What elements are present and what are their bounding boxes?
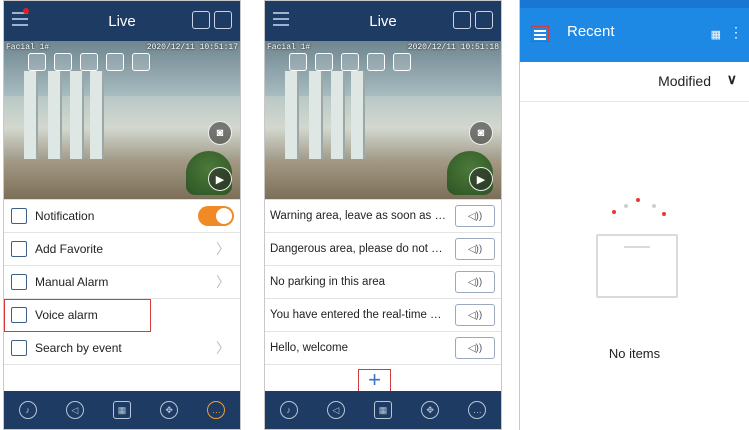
chevron-right-icon: 〉 — [216, 274, 230, 290]
sort-label[interactable]: Modified — [658, 73, 711, 89]
page-title: Live — [108, 12, 136, 30]
menu-item-label: Voice alarm — [35, 308, 98, 322]
grid-icon[interactable]: ▦ — [112, 401, 131, 419]
more-icon[interactable]: … — [468, 401, 487, 419]
play-voice-button[interactable]: ◁)) — [455, 337, 495, 359]
menu-icon[interactable] — [273, 12, 289, 26]
menu-item-voice-alarm[interactable]: Voice alarm — [4, 299, 151, 332]
grid-view-icon[interactable]: ▦ — [711, 28, 721, 41]
play-voice-button[interactable]: ◁)) — [455, 238, 495, 260]
sparkle-icon — [612, 210, 616, 214]
voice-message-text: No parking in this area — [270, 276, 386, 288]
voice-message-item[interactable]: Hello, welcome ◁)) — [265, 332, 501, 365]
record-icon[interactable]: ▶ — [469, 167, 493, 191]
files-recent-screen: Recent ▦ ⋮ Modified ∨ No items — [519, 0, 749, 430]
speaker-icon[interactable]: ◁ — [65, 401, 84, 419]
bottom-toolbar: ♪ ◁ ▦ ✥ … — [265, 391, 501, 429]
menu-item-manual-alarm[interactable]: Manual Alarm 〉 — [4, 266, 240, 299]
chevron-right-icon: 〉 — [216, 340, 230, 356]
audio-icon[interactable] — [132, 53, 150, 71]
microphone-icon[interactable]: ♪ — [18, 401, 37, 419]
video-caption-left: Facial 1# — [267, 43, 311, 52]
face-capture-icon[interactable] — [192, 11, 210, 29]
sparkle-icon — [624, 204, 628, 208]
grid-icon[interactable]: ▦ — [373, 401, 392, 419]
menu-item-notification[interactable]: Notification — [4, 200, 240, 233]
layout-icon[interactable] — [214, 11, 232, 29]
menu-item-label: Manual Alarm — [35, 275, 109, 289]
notification-toggle[interactable] — [198, 206, 234, 226]
app-bar: Recent ▦ ⋮ — [520, 8, 749, 62]
video-caption-left: Facial 1# — [6, 43, 50, 52]
document-icon[interactable] — [367, 53, 385, 71]
live-video[interactable]: Facial 1# 2020/12/11 10:51:18 ◙ ▶ — [265, 41, 501, 199]
sparkle-icon — [662, 212, 666, 216]
voice-message-text: Hello, welcome — [270, 342, 348, 354]
sparkle-icon — [636, 198, 640, 202]
voice-message-item[interactable]: Dangerous area, please do not approach ◁… — [265, 233, 501, 266]
empty-state-text: No items — [608, 346, 661, 361]
voice-message-item[interactable]: You have entered the real-time monitorin… — [265, 299, 501, 332]
top-bar: Live — [4, 1, 240, 41]
snapshot-icon[interactable]: ◙ — [469, 121, 493, 145]
eye-icon[interactable] — [28, 53, 46, 71]
menu-item-search-by-event[interactable]: Search by event 〉 — [4, 332, 240, 365]
hamburger-menu-icon[interactable] — [531, 26, 549, 42]
zoom-icon[interactable] — [341, 53, 359, 71]
alarm-icon — [11, 274, 27, 290]
play-voice-button[interactable]: ◁)) — [455, 304, 495, 326]
voice-message-item[interactable]: No parking in this area ◁)) — [265, 266, 501, 299]
menu-item-label: Add Favorite — [35, 242, 104, 256]
voice-message-text: You have entered the real-time monitorin… — [270, 309, 448, 321]
record-icon[interactable]: ▶ — [208, 167, 232, 191]
live-video[interactable]: Facial 1# 2020/12/11 10:51:17 ◙ ▶ — [4, 41, 240, 199]
zoom-icon[interactable] — [80, 53, 98, 71]
chevron-right-icon: 〉 — [216, 241, 230, 257]
more-options-icon[interactable]: ⋮ — [729, 24, 743, 41]
voice-alarm-screen: Live Facial 1# 2020/12/11 10:51:18 ◙ ▶ W… — [264, 0, 502, 430]
calendar-icon — [11, 340, 27, 356]
voice-message-text: Dangerous area, please do not approach — [270, 243, 448, 255]
page-title: Recent — [567, 23, 615, 40]
play-voice-button[interactable]: ◁)) — [455, 271, 495, 293]
ptz-icon[interactable]: ✥ — [160, 401, 179, 419]
face-capture-icon[interactable] — [453, 11, 471, 29]
sparkle-icon — [652, 204, 656, 208]
video-timestamp: 2020/12/11 10:51:17 — [146, 43, 238, 52]
ptz-icon[interactable]: ✥ — [421, 401, 440, 419]
menu-item-label: Notification — [35, 209, 95, 223]
audio-icon[interactable] — [393, 53, 411, 71]
menu-icon[interactable] — [12, 12, 28, 26]
page-title: Live — [369, 12, 397, 30]
speaker-icon[interactable]: ◁ — [326, 401, 345, 419]
voice-message-item[interactable]: Warning area, leave as soon as possible … — [265, 200, 501, 233]
voice-message-text: Warning area, leave as soon as possible — [270, 210, 448, 222]
notification-dot — [23, 8, 29, 14]
adjust-icon[interactable] — [315, 53, 333, 71]
status-bar — [520, 0, 749, 8]
voice-message-list: Warning area, leave as soon as possible … — [265, 199, 501, 365]
empty-box-icon — [596, 234, 678, 298]
top-bar: Live — [265, 1, 501, 41]
notification-icon — [11, 208, 27, 224]
video-timestamp: 2020/12/11 10:51:18 — [407, 43, 499, 52]
options-list: Notification Add Favorite 〉 Manual Alarm… — [4, 199, 240, 365]
voice-alarm-icon — [11, 307, 27, 323]
layout-icon[interactable] — [475, 11, 493, 29]
menu-item-label: Search by event — [35, 341, 122, 355]
more-icon[interactable]: … — [207, 401, 226, 419]
play-voice-button[interactable]: ◁)) — [455, 205, 495, 227]
chevron-down-icon[interactable]: ∨ — [727, 71, 737, 88]
star-icon — [11, 241, 27, 257]
menu-item-add-favorite[interactable]: Add Favorite 〉 — [4, 233, 240, 266]
adjust-icon[interactable] — [54, 53, 72, 71]
snapshot-icon[interactable]: ◙ — [208, 121, 232, 145]
sort-bar[interactable]: Modified ∨ — [520, 62, 749, 102]
microphone-icon[interactable]: ♪ — [279, 401, 298, 419]
add-voice-button[interactable]: + — [358, 369, 391, 393]
live-menu-screen: Live Facial 1# 2020/12/11 10:51:17 ◙ ▶ N… — [3, 0, 241, 430]
document-icon[interactable] — [106, 53, 124, 71]
eye-icon[interactable] — [289, 53, 307, 71]
bottom-toolbar: ♪ ◁ ▦ ✥ … — [4, 391, 240, 429]
